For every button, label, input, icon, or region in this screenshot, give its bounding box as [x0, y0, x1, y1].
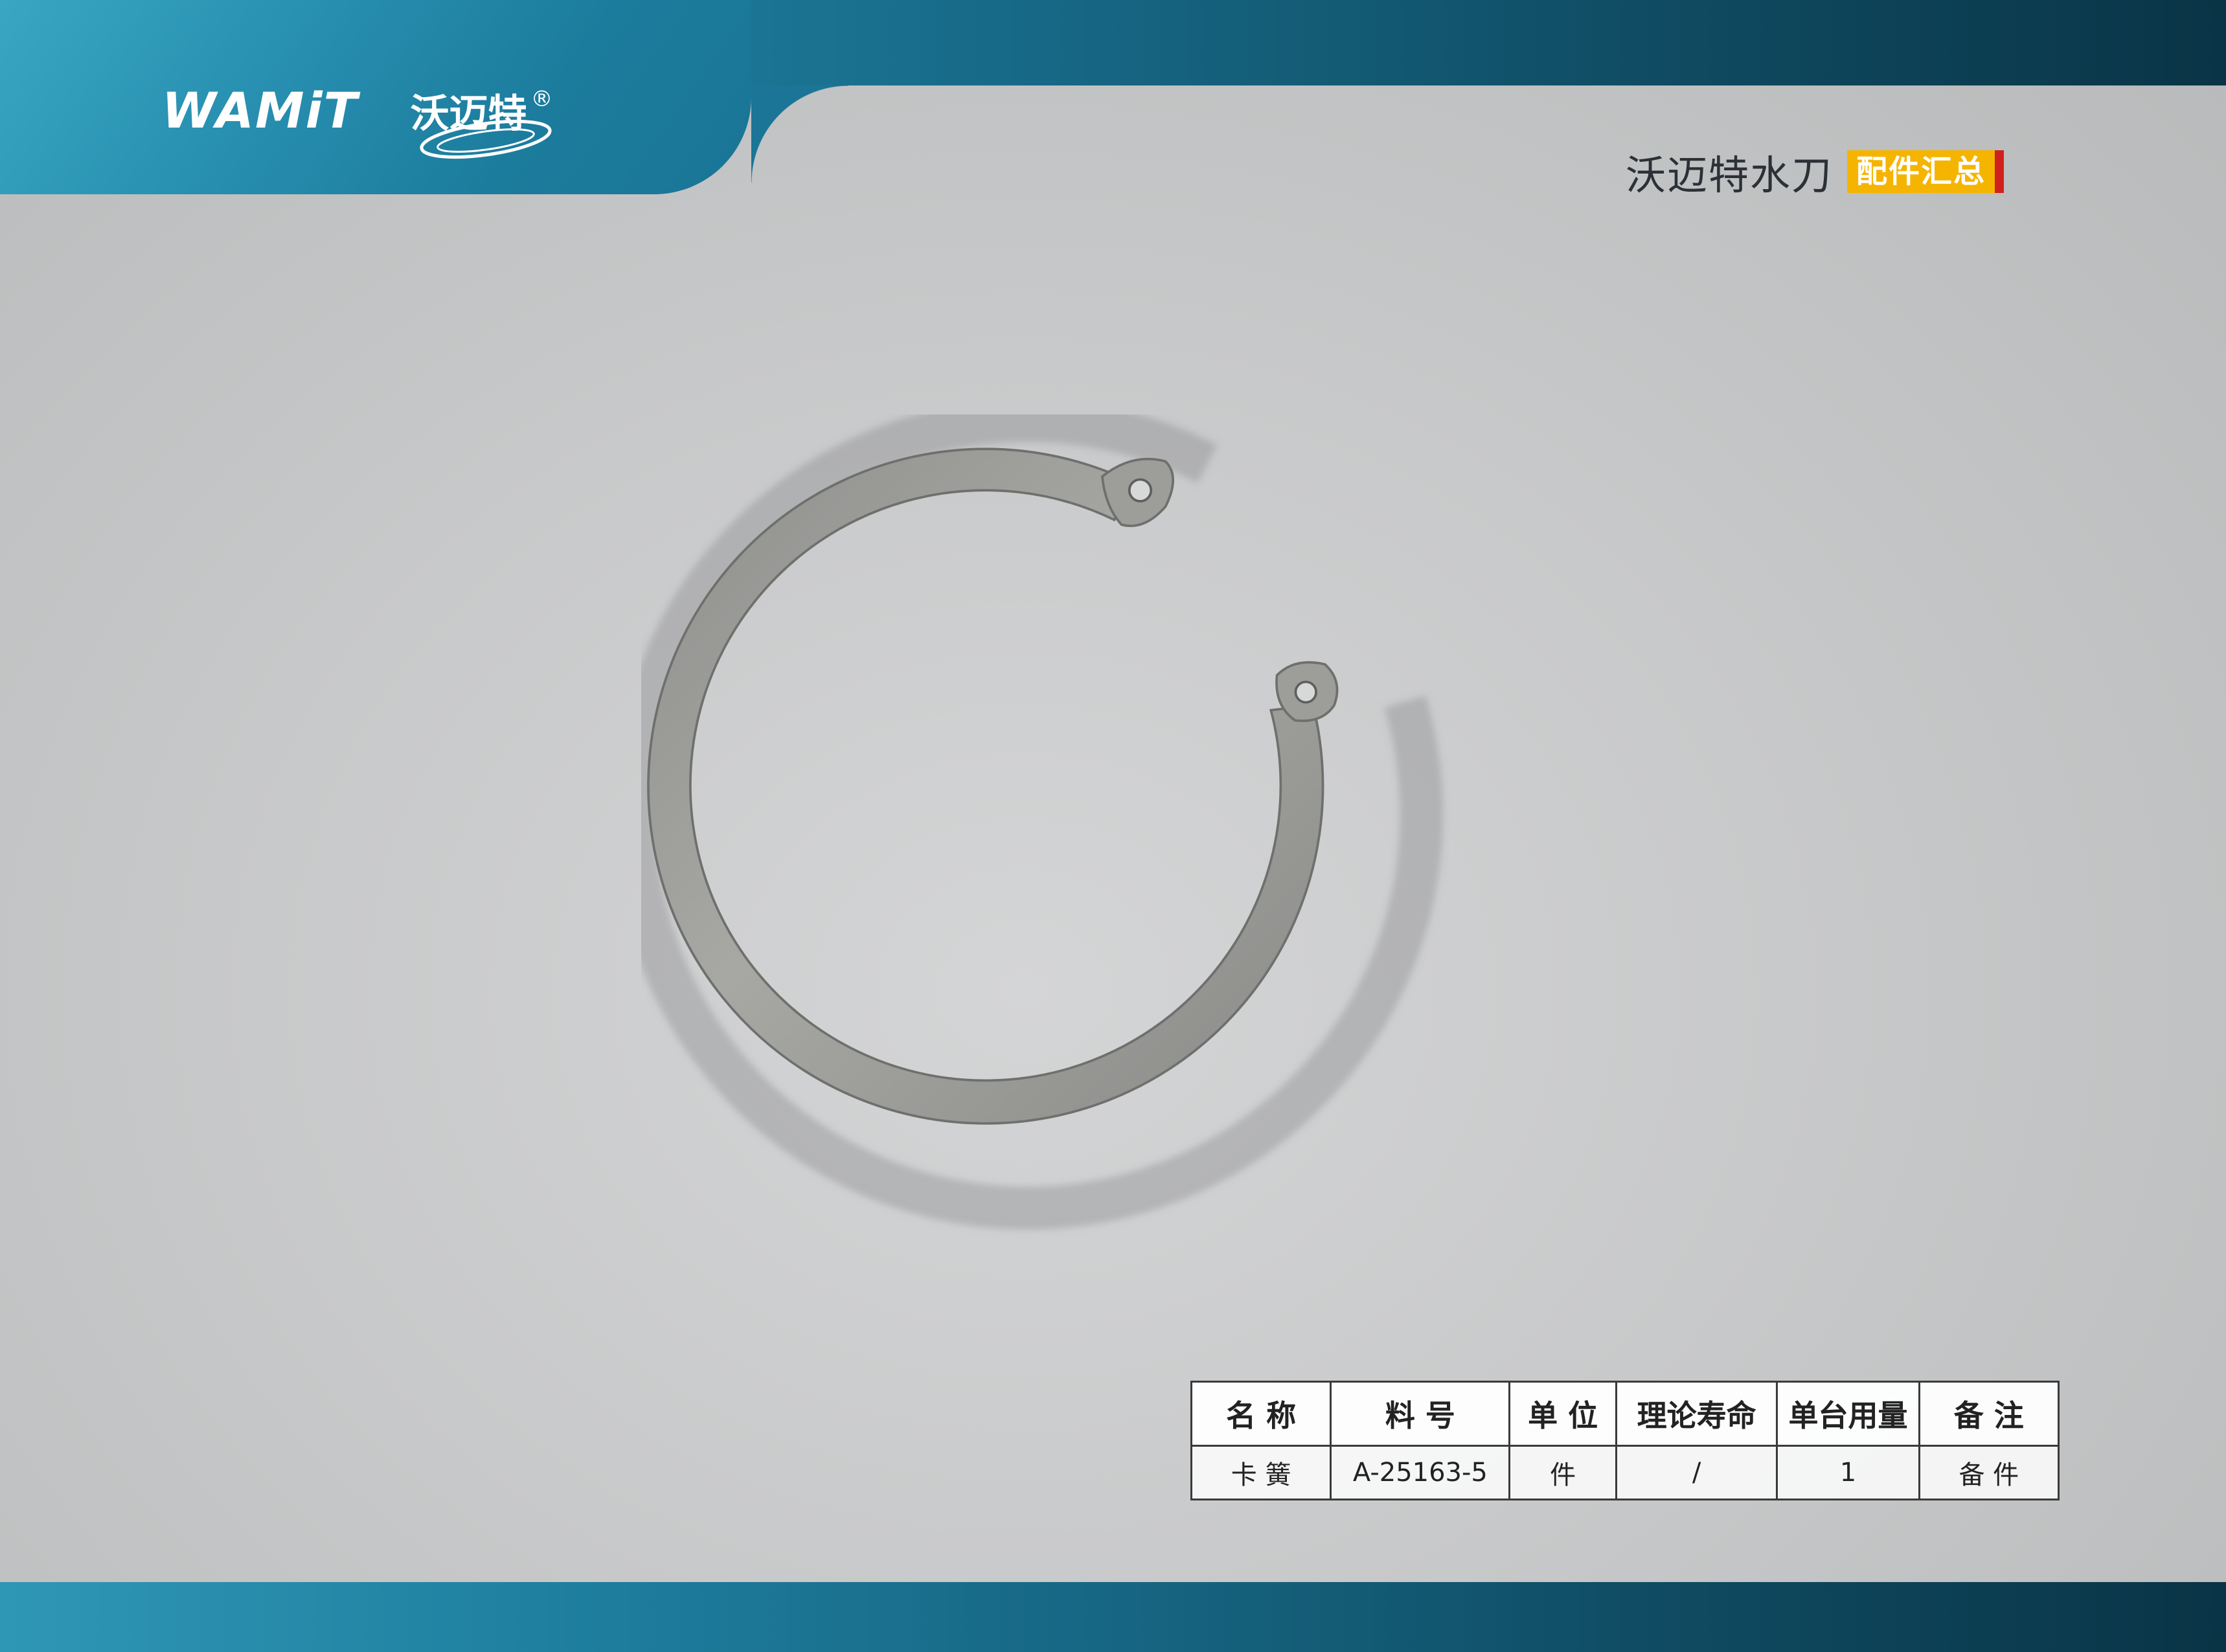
- page-title: 沃迈特水刀: [1626, 152, 1834, 199]
- cell-name: 卡 簧: [1190, 1445, 1332, 1500]
- cell-quantity: 1: [1776, 1445, 1920, 1500]
- brand-logo: WAMiT 沃迈特 ®: [162, 78, 553, 159]
- registered-mark: ®: [530, 86, 553, 112]
- logo-wordmark: WAMiT: [162, 81, 359, 139]
- header-life: 理论寿命: [1615, 1381, 1778, 1447]
- bottom-band: [0, 1582, 2226, 1652]
- header-unit: 单 位: [1508, 1381, 1617, 1447]
- logo-swoosh-icon: [420, 119, 552, 159]
- cell-life: /: [1615, 1445, 1778, 1500]
- header-remark: 备 注: [1918, 1381, 2060, 1447]
- cell-remark: 备 件: [1918, 1445, 2060, 1500]
- snap-ring-image: [641, 414, 1443, 1230]
- spec-table: 名 称 料 号 单 位 理论寿命 单台用量 备 注 卡 簧 A-25163-5 …: [1190, 1381, 2060, 1500]
- header-title: 沃迈特水刀 配件汇总: [1626, 146, 2005, 199]
- table-row: 卡 簧 A-25163-5 件 / 1 备 件: [1190, 1445, 2060, 1500]
- cell-unit: 件: [1508, 1445, 1617, 1500]
- category-badge: 配件汇总: [1847, 150, 2005, 193]
- header-quantity: 单台用量: [1776, 1381, 1920, 1447]
- table-header-row: 名 称 料 号 单 位 理论寿命 单台用量 备 注: [1190, 1381, 2060, 1447]
- cell-part-number: A-25163-5: [1330, 1445, 1511, 1500]
- header-part-number: 料 号: [1330, 1381, 1511, 1447]
- header-name: 名 称: [1190, 1381, 1332, 1447]
